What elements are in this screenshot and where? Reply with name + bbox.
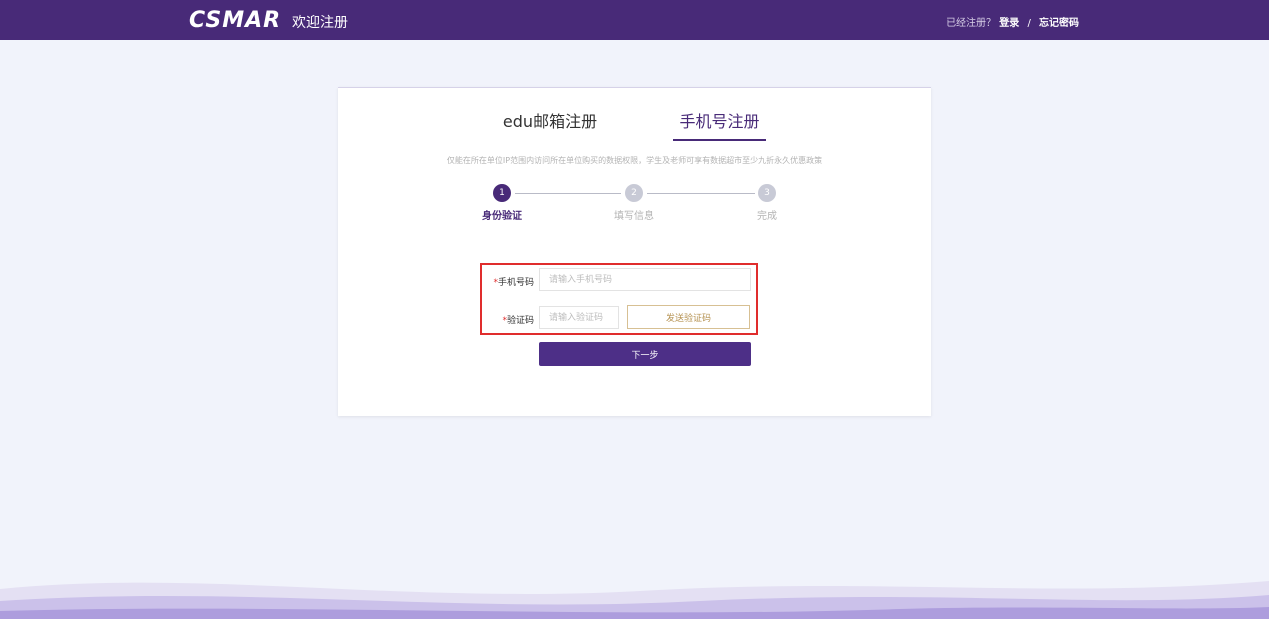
step-1-label: 身份验证 — [482, 211, 522, 222]
send-code-button[interactable]: 发送验证码 — [627, 305, 750, 329]
login-link[interactable]: 登录 — [999, 18, 1019, 29]
phone-input[interactable] — [539, 268, 751, 291]
code-label-text: 验证码 — [506, 316, 534, 326]
forgot-password-link[interactable]: 忘记密码 — [1039, 18, 1079, 29]
link-separator: / — [1027, 18, 1031, 29]
decorative-wave — [0, 581, 1269, 619]
phone-label-text: 手机号码 — [497, 278, 534, 288]
step-2-label: 填写信息 — [614, 211, 654, 222]
step-connector — [515, 193, 621, 194]
registration-notice: 仅能在所在单位IP范围内访问所在单位购买的数据权限，学生及老师可享有数据超市至少… — [446, 156, 823, 165]
step-3-label: 完成 — [757, 211, 777, 222]
phone-label: *手机号码 — [484, 275, 534, 288]
account-links: 已经注册？ 登录 / 忘记密码 — [946, 14, 1079, 29]
code-label: *验证码 — [484, 313, 534, 326]
step-3-circle: 3 — [758, 184, 776, 202]
next-step-button[interactable]: 下一步 — [539, 342, 751, 366]
tab-edu-email[interactable]: edu邮箱注册 — [500, 108, 600, 132]
top-navbar: CSMAR 欢迎注册 已经注册？ 登录 / 忘记密码 — [0, 0, 1269, 40]
already-registered-text: 已经注册？ — [946, 18, 997, 29]
step-2-circle: 2 — [625, 184, 643, 202]
step-connector — [647, 193, 755, 194]
tab-phone[interactable]: 手机号注册 — [673, 108, 766, 141]
step-1-circle: 1 — [493, 184, 511, 202]
registration-card: edu邮箱注册 手机号注册 仅能在所在单位IP范围内访问所在单位购买的数据权限，… — [338, 87, 931, 416]
page-title: 欢迎注册 — [292, 15, 348, 31]
verification-code-input[interactable] — [539, 306, 619, 329]
csmar-logo[interactable]: CSMAR — [189, 8, 281, 33]
